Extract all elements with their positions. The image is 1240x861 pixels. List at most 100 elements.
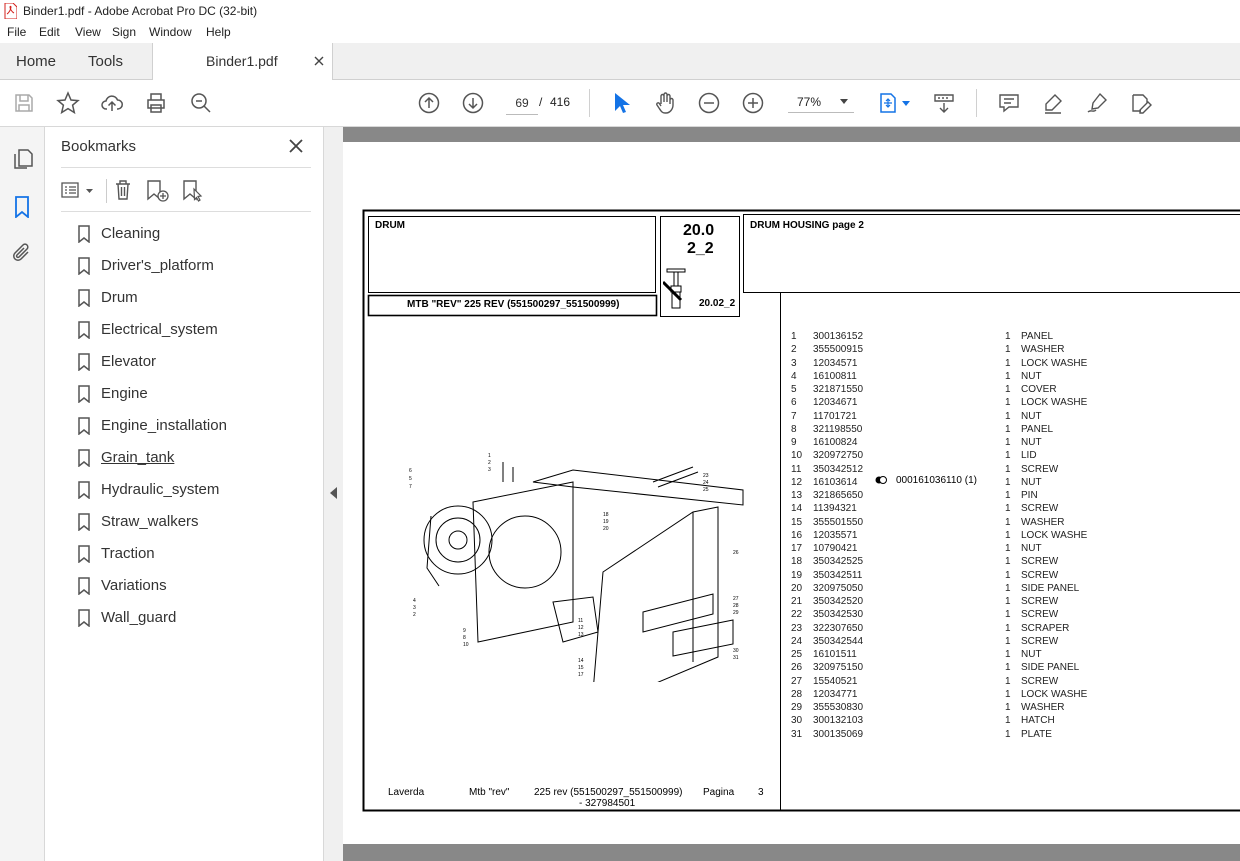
svg-text:13: 13 <box>578 632 584 638</box>
parts-cell: NUT <box>1021 370 1042 382</box>
chevron-down-icon[interactable] <box>902 101 910 106</box>
bookmark-label: Elevator <box>101 353 157 370</box>
parts-cell: 350342520 <box>813 596 864 607</box>
parts-cell: 17 <box>791 543 803 554</box>
menu-file[interactable]: File <box>7 25 26 39</box>
delete-bookmark-icon[interactable] <box>113 179 133 201</box>
zoom-out-icon[interactable] <box>697 91 721 115</box>
attachment-icon[interactable] <box>11 241 33 265</box>
bookmark-icon <box>78 257 90 275</box>
parts-cell: 1 <box>791 331 797 342</box>
parts-cell: SCREW <box>1021 609 1059 621</box>
bookmark-label: Electrical_system <box>101 321 218 338</box>
scroll-mode-icon[interactable] <box>932 91 956 115</box>
tab-home[interactable]: Home <box>16 53 56 70</box>
parts-cell: 16100811 <box>813 370 857 382</box>
close-tab-icon[interactable] <box>314 56 324 66</box>
menu-bar: File Edit View Sign Window Help <box>0 23 1240 43</box>
parts-description-column: PANEL WASHER LOCK WASHE NUT COVER LOCK WASHE N… <box>1021 330 1121 741</box>
bookmark-icon <box>78 609 90 627</box>
sign-pen-icon[interactable] <box>1085 91 1109 115</box>
parts-cell: 11394321 <box>813 503 857 515</box>
parts-cell: 1 <box>1005 516 1011 528</box>
parts-cell: LOCK WASHE <box>1021 397 1088 409</box>
bookmark-options-icon[interactable] <box>61 181 95 199</box>
tab-document-label: Binder1.pdf <box>206 53 278 69</box>
select-cursor-icon[interactable] <box>609 91 633 115</box>
parts-cell: 8 <box>791 423 797 435</box>
menu-help[interactable]: Help <box>206 25 231 39</box>
parts-cell: 4 <box>791 370 797 382</box>
collapse-panel-icon[interactable] <box>330 487 337 499</box>
svg-text:19: 19 <box>603 519 609 525</box>
parts-cell: 12035571 <box>813 529 858 541</box>
menu-window[interactable]: Window <box>149 25 192 39</box>
print-icon[interactable] <box>144 91 168 115</box>
menu-sign[interactable]: Sign <box>112 25 136 39</box>
parts-cell: 1 <box>1005 649 1011 660</box>
tab-tools[interactable]: Tools <box>88 53 123 70</box>
close-panel-icon[interactable] <box>289 139 303 153</box>
menu-view[interactable]: View <box>75 25 101 39</box>
parts-cell: 1 <box>1005 715 1011 727</box>
bookmarks-title: Bookmarks <box>61 138 137 155</box>
bookmark-icon <box>78 225 90 243</box>
chevron-down-icon <box>840 99 848 104</box>
bookmark-label: Engine <box>101 385 148 402</box>
next-page-icon[interactable] <box>461 91 485 115</box>
new-bookmark-icon[interactable] <box>145 179 171 203</box>
zoom-in-icon[interactable] <box>741 91 765 115</box>
zoom-select[interactable]: 77% <box>788 92 854 113</box>
parts-cell: 321198550 <box>813 423 863 435</box>
panel-splitter[interactable] <box>324 127 343 861</box>
bookmarks-panel-toggle[interactable] <box>0 190 44 226</box>
bookmark-icon <box>78 353 90 371</box>
parts-qty-column: 1111111111111111111111111111111 <box>1005 330 1017 741</box>
parts-cell: 16100824 <box>813 437 858 448</box>
ref-number: 20.0 <box>683 222 715 239</box>
menu-edit[interactable]: Edit <box>39 25 60 39</box>
upload-cloud-icon[interactable] <box>100 91 124 115</box>
parts-cell: WASHER <box>1021 516 1065 528</box>
parts-cell: 16103614 <box>813 476 858 488</box>
parts-cell: 7 <box>791 410 797 422</box>
tab-document[interactable]: Binder1.pdf <box>152 43 333 80</box>
page-number-input[interactable] <box>506 92 538 115</box>
parts-cell: PIN <box>1021 490 1038 501</box>
search-zoom-icon[interactable] <box>189 91 213 115</box>
parts-cell: SCREW <box>1021 569 1059 581</box>
save-icon[interactable] <box>12 91 36 115</box>
parts-cell: NUT <box>1021 410 1042 422</box>
parts-cell: 350342525 <box>813 556 864 568</box>
page-thumbnails-icon[interactable] <box>12 148 34 170</box>
svg-text:1: 1 <box>488 453 491 459</box>
parts-cell: 18 <box>791 556 803 568</box>
parts-cell: 13 <box>791 490 803 501</box>
toolbar-divider <box>589 89 590 117</box>
parts-cell: 322307650 <box>813 622 864 634</box>
comment-icon[interactable] <box>997 91 1021 115</box>
parts-cell: SCRAPER <box>1021 622 1070 634</box>
footer-code: - 327984501 <box>579 798 636 809</box>
highlight-pen-icon[interactable] <box>1041 91 1065 115</box>
previous-page-icon[interactable] <box>417 91 441 115</box>
document-viewport[interactable]: DRUM 20.0 2_2 20.02_2 MTB "REV" 225 REV … <box>343 127 1240 861</box>
bookmark-search-icon[interactable] <box>181 179 205 203</box>
bookmark-icon <box>78 321 90 339</box>
parts-cell: 12034771 <box>813 688 858 700</box>
edit-document-icon[interactable] <box>1129 91 1153 115</box>
parts-cell: 1 <box>1005 609 1011 621</box>
page-fit-icon[interactable] <box>876 91 900 115</box>
parts-cell: PANEL <box>1021 331 1054 342</box>
parts-cell: NUT <box>1021 437 1042 448</box>
parts-cell: 350342512 <box>813 463 864 475</box>
bookmark-icon <box>78 545 90 563</box>
parts-cell: 350342544 <box>813 635 864 647</box>
parts-cell: 1 <box>1005 582 1011 594</box>
window-title: Binder1.pdf - Adobe Acrobat Pro DC (32-b… <box>23 4 258 18</box>
ref-subnumber: 2_2 <box>687 240 714 257</box>
hand-tool-icon[interactable] <box>653 91 677 115</box>
parts-cell: LOCK WASHE <box>1021 688 1088 700</box>
star-icon[interactable] <box>56 91 80 115</box>
parts-cell: 1 <box>1005 463 1011 475</box>
